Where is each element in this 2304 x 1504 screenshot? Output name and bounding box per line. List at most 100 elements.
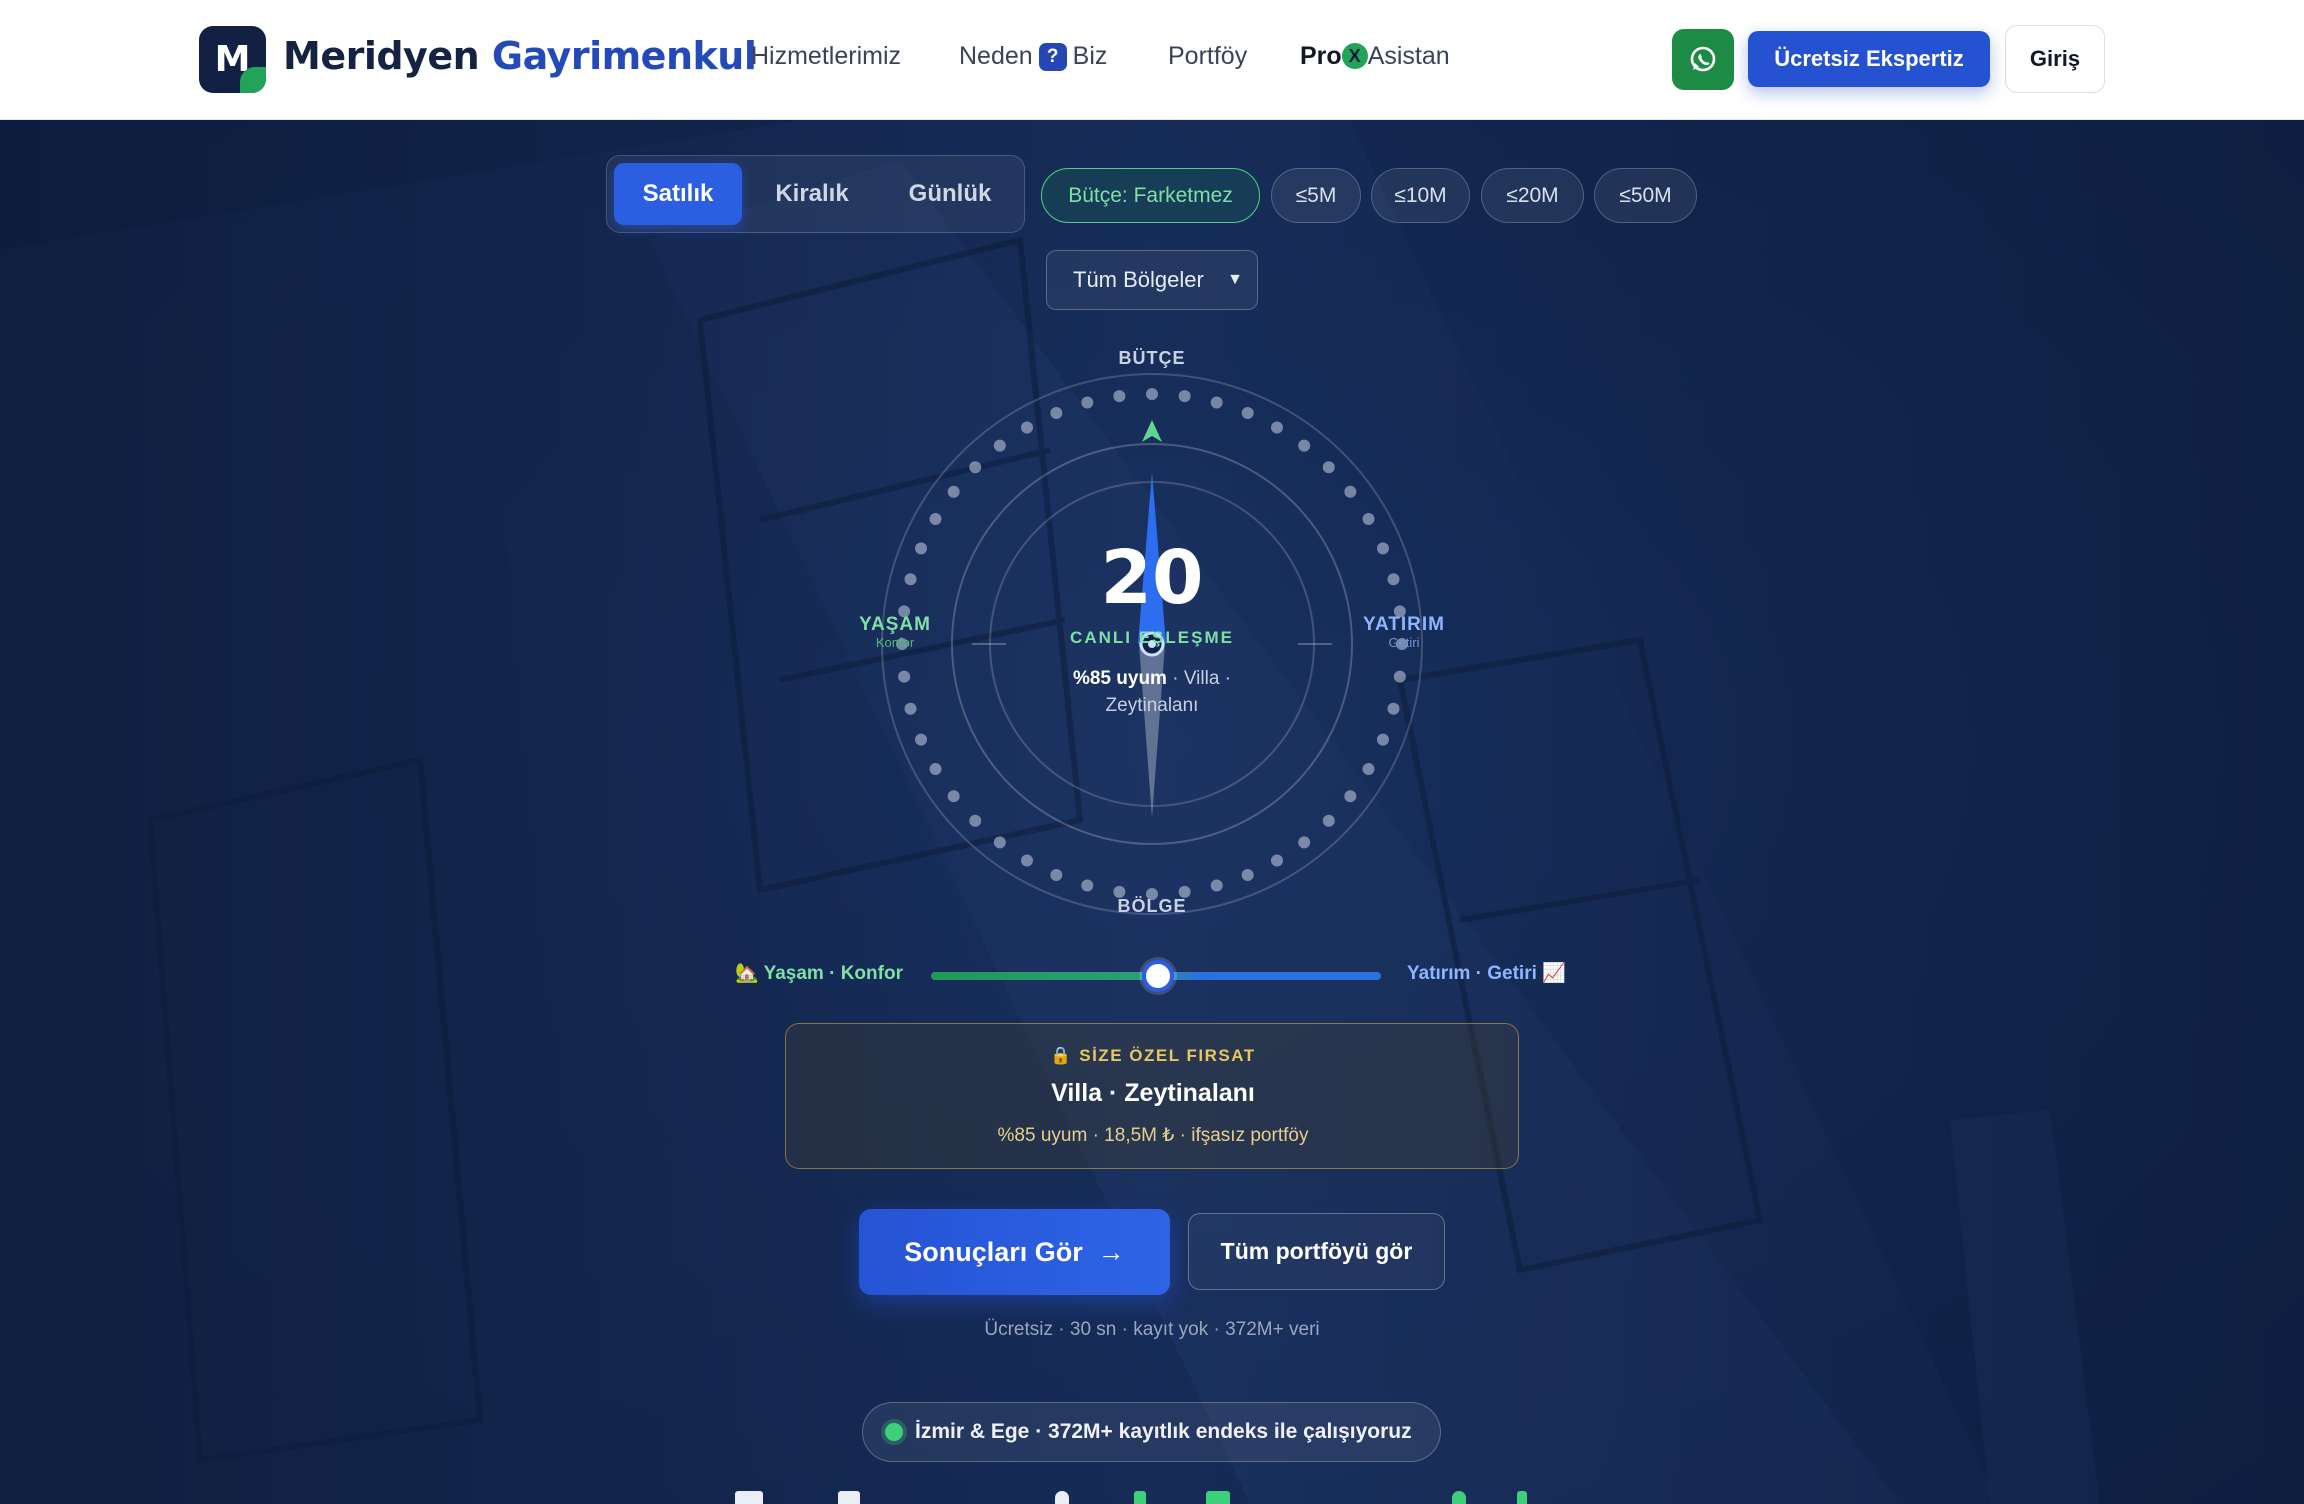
compass-dot [1344,790,1357,803]
logo-icon[interactable]: M [199,26,266,93]
compass-dot [1146,388,1158,400]
peek-element [1206,1491,1230,1504]
tab-daily[interactable]: Günlük [883,163,1017,225]
slider-left-text: Yaşam · Konfor [763,963,903,984]
live-match-label: CANLI EŞLEŞME [1070,628,1234,647]
compass-dot [1393,670,1406,683]
peek-element [735,1491,763,1504]
compass-dot [1322,814,1335,827]
compass-dot [1362,513,1375,525]
compass-sublabel-return: Getiri [1388,635,1420,650]
compass-dot [1210,879,1223,892]
lock-icon: 🔒 [1050,1046,1074,1065]
compass-dot [1322,461,1335,474]
compass-dot [1178,390,1191,403]
status-text: İzmir & Ege · 372M+ kayıtlık endeks ile … [915,1420,1412,1443]
peek-element [1055,1491,1069,1504]
compass-dot [1021,854,1033,867]
compass-dot [969,814,982,827]
peek-element [1452,1491,1466,1504]
tab-for-sale[interactable]: Satılık [614,163,742,225]
compass-dot [1241,868,1254,881]
compass-dot [1050,407,1063,420]
compass-dot [1050,868,1063,881]
nav-link-pro-label: Pro [1300,42,1342,70]
budget-chip-5m[interactable]: ≤5M [1271,168,1361,223]
hero-footnote: Ücretsiz · 30 sn · kayıt yok · 372M+ ver… [984,1319,1320,1340]
budget-chip-50m[interactable]: ≤50M [1594,168,1697,223]
region-select-value: Tüm Bölgeler [1073,267,1204,292]
nav-link-assistant-label: Asistan [1367,42,1450,70]
compass-dot [929,763,942,775]
compass-label-budget: BÜTÇE [1118,348,1186,368]
whatsapp-icon [1690,46,1716,72]
compass-dot [904,702,917,715]
offer-tag-text: SİZE ÖZEL FIRSAT [1079,1046,1256,1065]
compass-label-investment: YATIRIM [1363,614,1445,635]
compass-dot [898,670,911,683]
live-match-count: 20 [1100,535,1204,621]
compass-dot [1298,439,1311,452]
compass-dot [1113,390,1126,403]
compass-dot [947,790,960,803]
compass-dot [1021,421,1033,434]
status-badge: İzmir & Ege · 372M+ kayıtlık endeks ile … [862,1402,1441,1462]
tab-for-rent[interactable]: Kiralık [749,163,875,225]
offer-subtitle: %85 uyum · 18,5M ₺ · ifşasız portföy [997,1125,1309,1146]
slider-right-label: Yatırım · Getiri 📈 [1407,961,1566,985]
login-button[interactable]: Giriş [2005,25,2105,93]
budget-chip-20m[interactable]: ≤20M [1481,168,1584,223]
region-select[interactable]: Tüm Bölgeler ▼ [1046,250,1258,310]
slider-left-label: 🏡 Yaşam · Konfor [735,961,903,985]
north-arrow-icon [1142,420,1162,442]
exclusive-offer-card[interactable]: 🔒 SİZE ÖZEL FIRSAT Villa · Zeytinalanı %… [785,1023,1519,1169]
compass-dot [993,836,1006,849]
compass-dot [947,485,960,498]
free-appraisal-button[interactable]: Ücretsiz Ekspertiz [1748,31,1990,87]
compass-dot [1376,542,1389,555]
brand-name-part1: Meridyen [283,34,480,78]
listing-type-tabs: Satılık Kiralık Günlük [606,155,1025,233]
compass-dot [1362,763,1375,775]
slider-thumb[interactable] [1142,960,1174,992]
logo-leaf-shape [240,67,266,93]
compass-dot [915,542,928,555]
nav-link-why-us-label: Neden [959,42,1033,70]
budget-chip-any[interactable]: Bütçe: Farketmez [1041,168,1260,223]
slider-right-text: Yatırım · Getiri [1407,963,1537,984]
compass-dot [1210,396,1223,409]
nav-link-portfolio[interactable]: Portföy [1168,42,1247,71]
compass-dot [1387,573,1400,586]
nav-link-why-us[interactable]: Neden? Biz [959,42,1107,71]
whatsapp-button[interactable] [1672,29,1734,90]
status-dot-icon [885,1423,903,1441]
compass-dot [929,513,942,525]
see-results-label: Sonuçları Gör [904,1237,1083,1267]
x-icon: X [1341,43,1368,69]
compass-dot [1298,836,1311,849]
arrow-right-icon: → [1097,1237,1125,1267]
compass-dot [1241,407,1254,420]
offer-title: Villa · Zeytinalanı [1051,1079,1255,1107]
compass-dot [1081,396,1094,409]
brand-name[interactable]: Meridyen Gayrimenkul [283,34,757,78]
nav-link-services[interactable]: Hizmetlerimiz [751,42,901,71]
offer-tag: 🔒 SİZE ÖZEL FIRSAT [786,1046,1520,1066]
question-icon: ? [1038,43,1067,71]
hero-section: Satılık Kiralık Günlük Bütçe: Farketmez … [0,120,2304,1504]
chart-up-icon: 📈 [1542,963,1566,984]
compass-sublabel-comfort: Konfor [875,635,915,650]
compass-dot [1344,485,1357,498]
budget-chip-10m[interactable]: ≤10M [1371,168,1470,223]
nav-link-pro-assistant[interactable]: Pro X Asistan [1300,42,1450,71]
compass-dot [1271,421,1283,434]
compass-label-living: YAŞAM [859,614,931,635]
compass-dot [1081,879,1094,892]
peek-element [1517,1491,1527,1504]
compass-dot [904,573,917,586]
view-all-portfolio-button[interactable]: Tüm portföyü gör [1188,1213,1445,1290]
see-results-button[interactable]: Sonuçları Gör → [859,1209,1170,1295]
peek-element [1134,1491,1146,1504]
top-navbar: M Meridyen Gayrimenkul Hizmetlerimiz Ned… [0,0,2304,120]
compass-dot [1271,854,1283,867]
